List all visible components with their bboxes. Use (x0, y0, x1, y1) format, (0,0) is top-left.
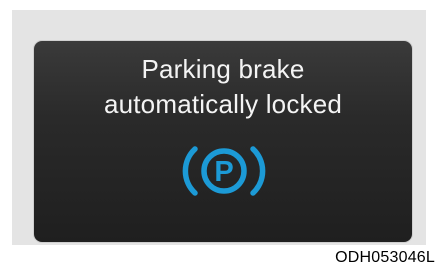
message-line-1: Parking brake (141, 54, 305, 84)
parking-brake-icon: P (182, 146, 266, 196)
parking-brake-letter: P (214, 156, 233, 188)
cluster-display: Parking brake automatically locked P (34, 41, 412, 242)
figure-code: ODH053046L (335, 249, 435, 266)
message-line-2: automatically locked (103, 89, 343, 119)
